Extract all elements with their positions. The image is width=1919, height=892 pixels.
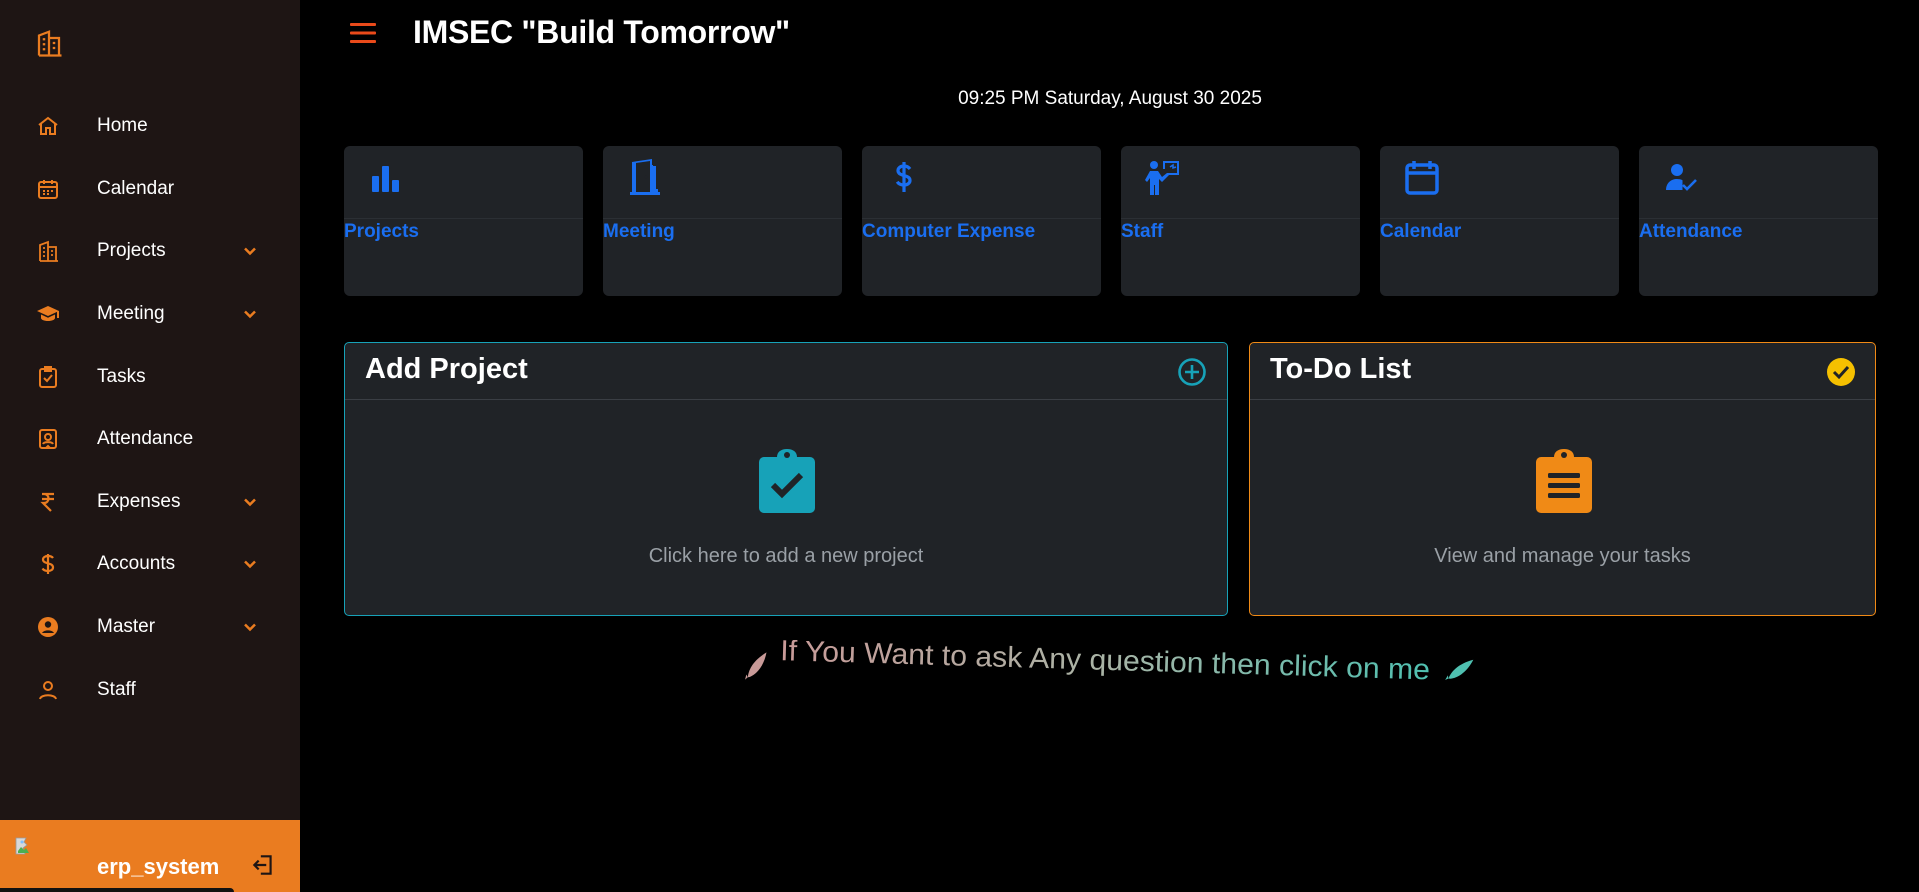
sidebar-item-label: Expenses	[97, 490, 181, 512]
chevron-down-icon[interactable]	[240, 241, 260, 261]
sidebar-item-label: Home	[97, 115, 148, 137]
rupee-icon	[40, 492, 54, 512]
plus-circle-icon[interactable]	[1177, 357, 1207, 387]
clipboard-list-icon	[1536, 449, 1592, 513]
sidebar: Home Calendar Projects Meeting Tasks Att…	[0, 0, 300, 892]
sidebar-item-tasks[interactable]: Tasks	[0, 345, 300, 408]
clipboard-check-icon	[39, 365, 57, 388]
sidebar-item-master[interactable]: Master	[0, 596, 300, 659]
avatar[interactable]	[14, 836, 36, 856]
person-chalkboard-icon	[1145, 161, 1179, 195]
user-circle-icon	[38, 617, 58, 638]
sidebar-item-label: Attendance	[97, 428, 194, 450]
sidebar-nav: Home Calendar Projects Meeting Tasks Att…	[0, 95, 300, 721]
card-meeting[interactable]: Meeting	[603, 146, 842, 296]
card-projects[interactable]: Projects	[344, 146, 583, 296]
user-bar: erp_system	[0, 820, 300, 892]
card-calendar[interactable]: Calendar	[1380, 146, 1619, 296]
panel-header: Add Project	[345, 343, 1227, 400]
card-attendance[interactable]: Attendance	[1639, 146, 1878, 296]
card-label: Calendar	[1380, 221, 1462, 242]
graduation-cap-icon	[37, 306, 59, 322]
id-badge-icon	[39, 429, 57, 450]
sidebar-item-meeting[interactable]: Meeting	[0, 283, 300, 346]
card-divider	[1380, 218, 1619, 219]
check-circle-icon[interactable]	[1826, 357, 1856, 387]
card-staff[interactable]: Staff	[1121, 146, 1360, 296]
card-divider	[862, 218, 1101, 219]
building-icon	[39, 241, 58, 263]
chevron-down-icon[interactable]	[240, 304, 260, 324]
rocket-icon	[1445, 659, 1474, 681]
chevron-down-icon[interactable]	[240, 554, 260, 574]
ask-text: If You Want to ask Any question then cli…	[780, 640, 1431, 686]
sidebar-item-home[interactable]: Home	[0, 95, 300, 158]
clipboard-check-icon	[759, 449, 815, 513]
dollar-icon	[41, 554, 55, 575]
card-divider	[344, 218, 583, 219]
calendar-icon	[1405, 161, 1439, 195]
page-title: IMSEC "Build Tomorrow"	[413, 14, 790, 50]
sidebar-item-label: Calendar	[97, 177, 175, 199]
sidebar-item-label: Projects	[97, 240, 166, 262]
building-icon[interactable]	[34, 28, 64, 58]
card-label: Meeting	[603, 221, 675, 242]
card-computer-expense[interactable]: Computer Expense	[862, 146, 1101, 296]
bar-chart-icon	[372, 166, 399, 192]
calendar-icon	[38, 179, 58, 199]
username: erp_system	[97, 854, 220, 879]
card-label: Attendance	[1639, 221, 1743, 242]
user-icon	[39, 680, 57, 700]
sidebar-item-expenses[interactable]: Expenses	[0, 471, 300, 534]
todo-list-panel[interactable]: To-Do List View and manage your tasks	[1249, 342, 1876, 616]
add-project-panel[interactable]: Add Project Click here to add a new proj…	[344, 342, 1228, 616]
dollar-icon	[895, 162, 912, 192]
panel-header: To-Do List	[1250, 343, 1875, 400]
user-check-icon	[1666, 164, 1697, 191]
panel-description: View and manage your tasks	[1434, 545, 1691, 567]
sidebar-item-label: Meeting	[97, 303, 165, 325]
sidebar-item-attendance[interactable]: Attendance	[0, 408, 300, 471]
card-divider	[603, 218, 842, 219]
door-open-icon	[630, 159, 660, 195]
card-divider	[1121, 218, 1360, 219]
sidebar-item-accounts[interactable]: Accounts	[0, 533, 300, 596]
rocket-icon	[745, 652, 767, 680]
sidebar-item-label: Master	[97, 616, 156, 638]
chevron-down-icon[interactable]	[240, 492, 260, 512]
sidebar-item-staff[interactable]: Staff	[0, 658, 300, 721]
card-label: Projects	[344, 221, 419, 242]
panel-title: Add Project	[365, 353, 528, 385]
sidebar-item-label: Tasks	[97, 365, 146, 387]
sidebar-item-label: Staff	[97, 678, 136, 700]
ask-question-link[interactable]: If You Want to ask Any question then cli…	[742, 640, 1482, 690]
sidebar-item-projects[interactable]: Projects	[0, 220, 300, 283]
chevron-down-icon[interactable]	[240, 617, 260, 637]
panel-description: Click here to add a new project	[648, 545, 924, 567]
user-bar-underline	[0, 888, 234, 892]
home-icon	[38, 117, 58, 136]
hamburger-menu-icon[interactable]	[349, 20, 377, 46]
sidebar-item-label: Accounts	[97, 553, 176, 575]
card-label: Staff	[1121, 221, 1164, 242]
sidebar-item-calendar[interactable]: Calendar	[0, 158, 300, 221]
card-divider	[1639, 218, 1878, 219]
datetime-display: 09:25 PM Saturday, August 30 2025	[958, 88, 1262, 109]
logout-icon[interactable]	[250, 852, 276, 878]
card-label: Computer Expense	[862, 221, 1036, 242]
panel-title: To-Do List	[1270, 353, 1412, 385]
